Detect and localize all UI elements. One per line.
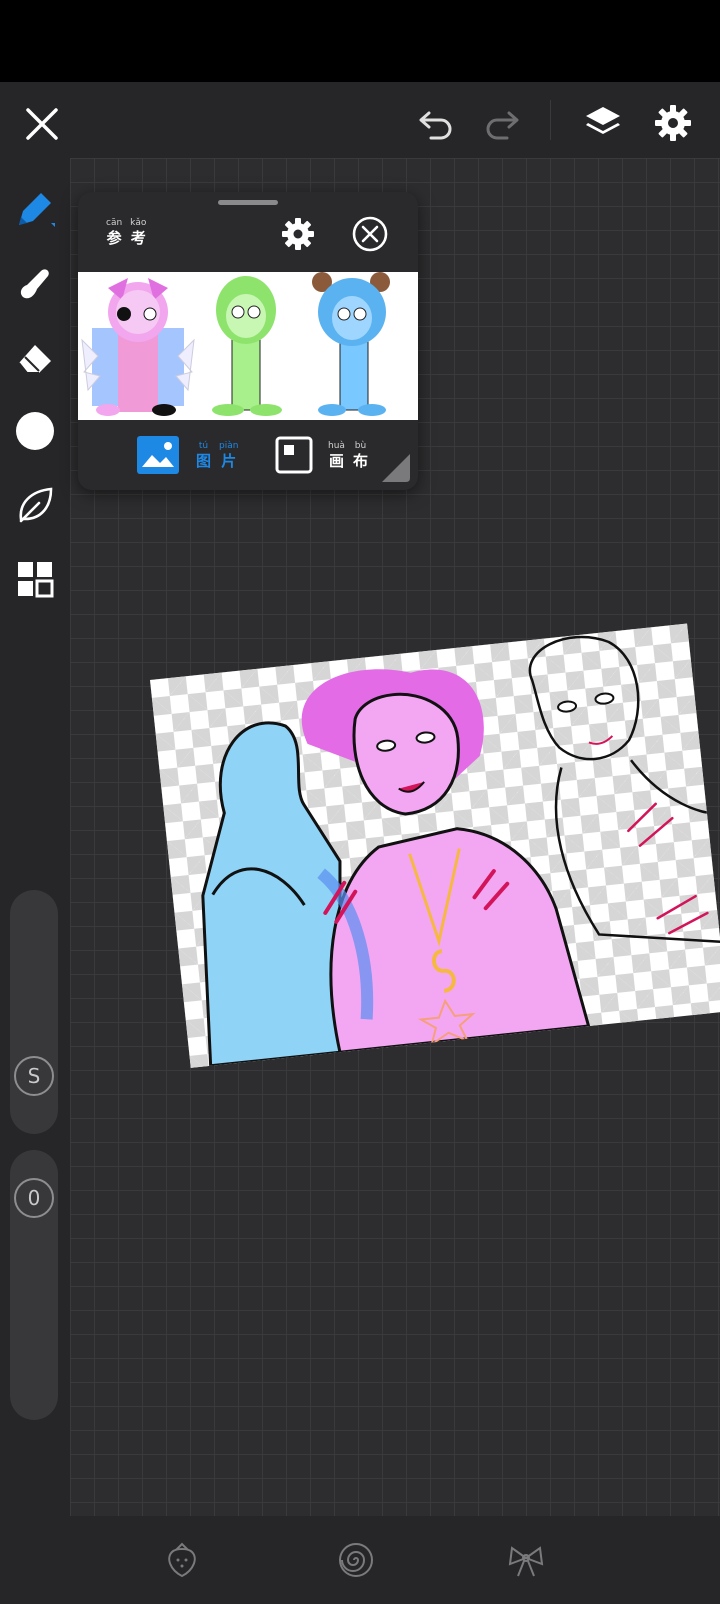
opacity-knob[interactable]: 0 [14,1178,54,1218]
layers-icon[interactable] [578,98,628,148]
close-icon[interactable] [18,100,66,148]
leaf-icon[interactable] [10,480,60,530]
canvas-icon [275,436,313,474]
redo-icon[interactable] [478,100,526,148]
bow-icon[interactable] [506,1540,546,1580]
reference-close-icon[interactable] [350,214,390,254]
reference-panel: cān 参 kǎo 考 tú 图 piàn 片 huà 画 bù 布 [78,192,418,490]
gear-icon[interactable] [648,98,698,148]
reference-image [78,272,418,420]
reference-title: cān 参 kǎo 考 [106,218,147,247]
strawberry-icon[interactable] [162,1540,202,1580]
tab-canvas[interactable]: huà 画 bù 布 [274,432,376,478]
status-bar [0,0,720,82]
tab-image[interactable]: tú 图 piàn 片 [136,432,246,478]
artwork-layer[interactable] [150,623,720,1068]
brush-size-knob[interactable]: S [14,1056,54,1096]
reference-settings-icon[interactable] [278,214,318,254]
brush-size-slider[interactable] [10,890,58,1134]
sketch-illustration [201,635,720,1068]
eraser-icon[interactable] [10,332,60,382]
smudge-icon[interactable] [10,258,60,308]
reference-tabs: tú 图 piàn 片 huà 画 bù 布 [78,420,418,490]
undo-icon[interactable] [412,100,460,148]
toolbar-divider [550,100,551,140]
drag-handle[interactable] [218,200,278,205]
grid-icon[interactable] [10,554,60,604]
pen-icon[interactable] [10,184,60,234]
image-icon [137,436,179,474]
color-swatch-icon[interactable] [10,406,60,456]
spiral-icon[interactable] [336,1540,376,1580]
resize-handle-icon[interactable] [378,450,412,484]
